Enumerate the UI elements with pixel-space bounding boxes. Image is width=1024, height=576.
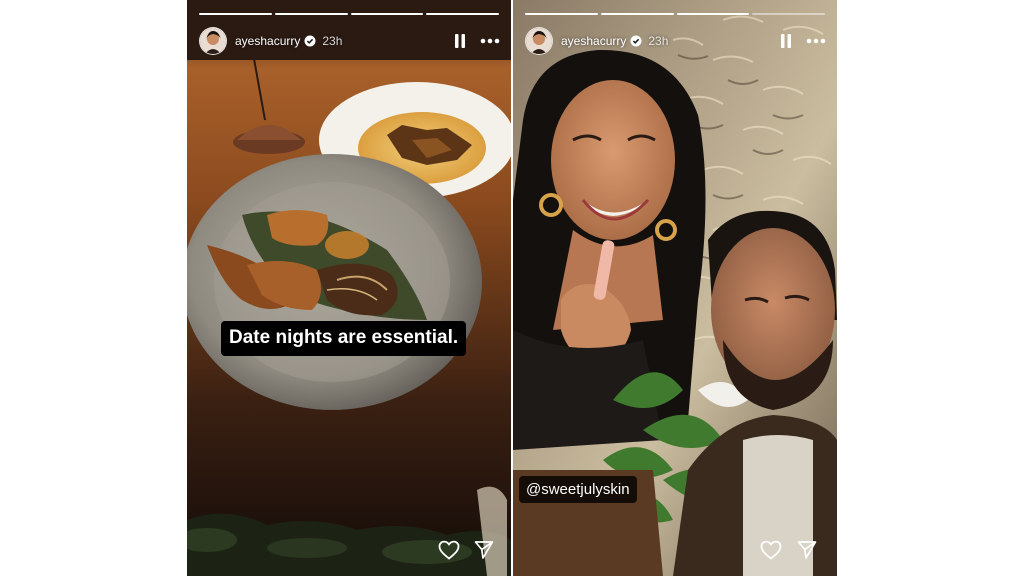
progress-segment (426, 13, 499, 15)
progress-segment (676, 13, 750, 15)
share-button[interactable] (795, 538, 819, 562)
pause-icon (781, 34, 791, 48)
verified-badge-icon (630, 35, 642, 47)
story-caption: Date nights are essential. (221, 321, 467, 356)
progress-segment (600, 13, 674, 15)
progress-segment (199, 13, 272, 15)
send-icon (797, 541, 817, 559)
story-photo-food (187, 0, 511, 576)
more-options-icon (806, 38, 826, 44)
progress-segment (274, 13, 348, 15)
more-options-icon (480, 38, 500, 44)
pause-button[interactable] (449, 30, 471, 52)
send-icon (474, 541, 494, 559)
heart-icon (760, 540, 782, 560)
story-progress-bar (525, 13, 825, 15)
more-options-button[interactable] (479, 30, 501, 52)
progress-segment (752, 13, 825, 15)
username[interactable]: ayeshacurry (561, 34, 626, 48)
avatar[interactable] (525, 27, 553, 55)
post-time: 23h (322, 34, 343, 48)
username[interactable]: ayeshacurry (235, 34, 300, 48)
story-panel-food[interactable]: ayeshacurry 23h Date nights are essentia… (187, 0, 511, 576)
like-button[interactable] (437, 538, 461, 562)
like-button[interactable] (759, 538, 783, 562)
share-button[interactable] (472, 538, 496, 562)
pause-icon (455, 34, 465, 48)
mention-sticker[interactable]: @sweetjulyskin (519, 476, 637, 503)
story-header: ayeshacurry 23h (199, 27, 501, 55)
story-header: ayeshacurry 23h (525, 27, 827, 55)
more-options-button[interactable] (805, 30, 827, 52)
progress-segment (525, 13, 598, 15)
pause-button[interactable] (775, 30, 797, 52)
heart-icon (438, 540, 460, 560)
progress-segment (350, 13, 424, 15)
avatar[interactable] (199, 27, 227, 55)
verified-badge-icon (304, 35, 316, 47)
story-progress-bar (199, 13, 499, 15)
post-time: 23h (648, 34, 669, 48)
story-panel-selfie[interactable]: ayeshacurry 23h @sweetjulyskin (513, 0, 837, 576)
